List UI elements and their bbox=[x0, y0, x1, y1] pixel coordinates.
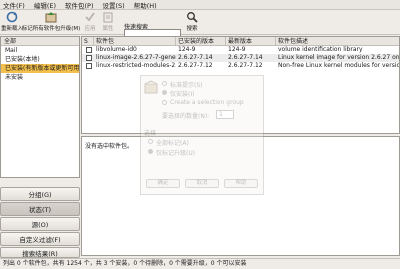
table-row[interactable]: linux-restricted-modules-2.6.27-7-generi… bbox=[82, 62, 400, 70]
column-package[interactable]: 软件包 bbox=[94, 37, 176, 46]
sidebar-item-installed-local[interactable]: 已安装(本地) bbox=[1, 55, 79, 64]
package-name: linux-image-2.6.27-7-generic bbox=[96, 54, 176, 61]
origin-button[interactable]: 源(O) bbox=[0, 217, 80, 231]
radio-selection-group-label: Create a selection group bbox=[170, 99, 244, 106]
select-count-spinner[interactable]: 1 bbox=[216, 110, 234, 119]
reload-label: 重新载入 bbox=[1, 26, 24, 32]
selection-section-label: 选择 bbox=[144, 130, 157, 137]
select-count-label: 要选择的数量(N): bbox=[162, 113, 210, 120]
menu-package[interactable]: 软件包(P) bbox=[65, 0, 94, 10]
package-description: Non-free Linux kernel modules for versio… bbox=[278, 62, 400, 69]
status-button[interactable]: 状态(T) bbox=[0, 202, 80, 216]
search-button[interactable]: 搜索 bbox=[184, 11, 200, 34]
latest-version: 124-9 bbox=[228, 46, 246, 53]
properties-label: 属性 bbox=[102, 26, 114, 32]
menu-file[interactable]: 文件(F) bbox=[3, 0, 25, 10]
radio-install-only-label: 仅安装(I) bbox=[170, 91, 195, 98]
reload-icon bbox=[6, 11, 18, 23]
apply-label: 应用 bbox=[84, 26, 96, 32]
mark-upgrades-button[interactable]: 标记所有软件包升级(M) bbox=[21, 11, 81, 34]
menu-settings[interactable]: 设置(S) bbox=[103, 0, 125, 10]
properties-button[interactable]: 属性 bbox=[100, 11, 116, 34]
menu-bar: 文件(F) 编辑(E) 软件包(P) 设置(S) 帮助(H) bbox=[0, 0, 400, 10]
sidebar-item-not-installed[interactable]: 未安装 bbox=[1, 73, 79, 82]
mark-upgrades-icon bbox=[45, 12, 57, 23]
sections-button[interactable]: 分组(G) bbox=[0, 187, 80, 201]
radio-install-only[interactable] bbox=[162, 90, 167, 95]
check-upgrades-only-label: 仅标记升级(U) bbox=[156, 150, 196, 157]
package-icon bbox=[144, 80, 158, 94]
latest-version: 2.6.27-7.14 bbox=[228, 54, 263, 61]
apply-button[interactable]: 应用 bbox=[82, 11, 98, 34]
table-row[interactable]: libvolume-id0 124-9 124-9 volume identif… bbox=[82, 46, 399, 54]
search-results-button[interactable]: 搜索结果(R) bbox=[0, 247, 80, 258]
status-filter-list: 全部 Mail 已安装(本地) 已安装(有新版本或更新可用) 未安装 bbox=[0, 36, 80, 178]
menu-edit[interactable]: 编辑(E) bbox=[34, 0, 56, 10]
column-status[interactable]: S bbox=[82, 37, 94, 46]
package-name: libvolume-id0 bbox=[96, 46, 137, 53]
check-mark-all-label: 全部标记(A) bbox=[156, 140, 189, 147]
package-description: Linux kernel image for version 2.6.27 on… bbox=[278, 54, 400, 61]
installed-version: 2.6.27-7.12 bbox=[178, 62, 213, 69]
custom-filters-button[interactable]: 自定义过滤(F) bbox=[0, 232, 80, 246]
column-latest-version[interactable]: 最新版本 bbox=[226, 37, 276, 46]
dialog-frame bbox=[140, 75, 264, 195]
check-mark-all[interactable] bbox=[148, 139, 153, 144]
toolbar: 重新载入 标记所有软件包升级(M) 应用 属性 快速搜索 搜索 bbox=[0, 10, 400, 40]
radio-standard[interactable] bbox=[162, 81, 167, 86]
package-checkbox[interactable] bbox=[86, 63, 92, 69]
apply-icon bbox=[85, 12, 95, 22]
table-row[interactable]: linux-image-2.6.27-7-generic 2.6.27-7.14… bbox=[82, 54, 400, 62]
sidebar-header: 全部 bbox=[1, 37, 79, 46]
dialog-cancel-button[interactable]: 取消 bbox=[185, 179, 219, 188]
no-package-selected-text: 没有选中软件包。 bbox=[85, 143, 134, 150]
mark-upgrades-label: 标记所有软件包升级(M) bbox=[21, 26, 81, 32]
sidebar-item-mail[interactable]: Mail bbox=[1, 46, 79, 55]
properties-icon bbox=[103, 12, 113, 23]
sidebar-item-installed-upgradable[interactable]: 已安装(有新版本或更新可用) bbox=[1, 64, 79, 73]
status-bar: 列出 0 个软件包，共有 1254 个，共 3 个安装，0 个待删除，0 个需要… bbox=[0, 258, 400, 269]
package-checkbox[interactable] bbox=[86, 55, 92, 61]
package-name: linux-restricted-modules-2.6.27-7-generi… bbox=[96, 62, 176, 69]
reload-button[interactable]: 重新载入 bbox=[1, 11, 24, 34]
column-installed-version[interactable]: 已安装的版本 bbox=[176, 37, 226, 46]
installed-version: 124-9 bbox=[178, 46, 196, 53]
search-icon bbox=[187, 12, 198, 23]
installed-version: 2.6.27-7.14 bbox=[178, 54, 213, 61]
search-button-label: 搜索 bbox=[186, 26, 198, 32]
radio-standard-label: 标准提示(S) bbox=[170, 82, 203, 89]
check-upgrades-only[interactable] bbox=[148, 149, 153, 154]
ghost-dialog: 标准提示(S) 仅安装(I) Create a selection group … bbox=[140, 75, 264, 195]
column-description[interactable]: 软件包描述 bbox=[276, 37, 399, 46]
package-description: volume identification library bbox=[278, 46, 363, 53]
dialog-ok-button[interactable]: 确定 bbox=[146, 179, 180, 188]
dialog-help-button[interactable]: 帮助 bbox=[224, 179, 258, 188]
menu-help[interactable]: 帮助(H) bbox=[134, 0, 157, 10]
latest-version: 2.6.27-7.12 bbox=[228, 62, 263, 69]
package-list-header: S 软件包 已安装的版本 最新版本 软件包描述 bbox=[82, 37, 399, 46]
package-checkbox[interactable] bbox=[86, 47, 92, 53]
radio-selection-group[interactable] bbox=[162, 100, 167, 105]
